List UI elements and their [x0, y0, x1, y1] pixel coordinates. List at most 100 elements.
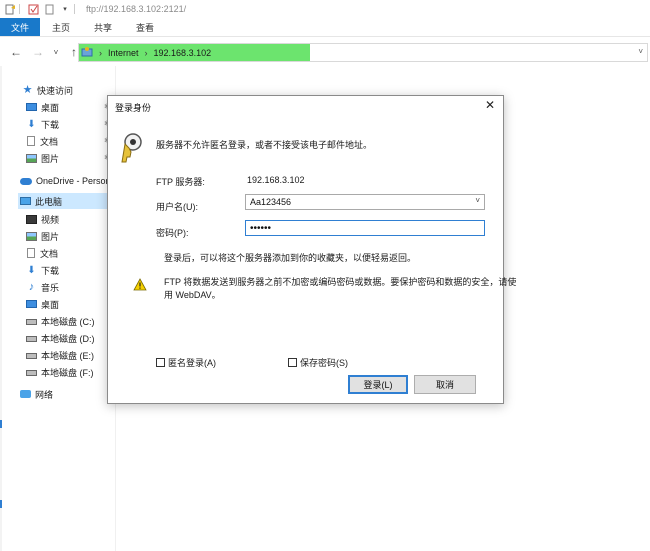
desktop-icon: [26, 300, 37, 308]
save-password-checkbox[interactable]: 保存密码(S): [288, 356, 348, 369]
sidebar-item-documents-pc[interactable]: 文档: [26, 245, 58, 261]
computer-icon: [20, 197, 31, 205]
address-dropdown-icon[interactable]: ˅: [638, 47, 643, 56]
username-label: 用户名(U):: [156, 202, 198, 212]
sidebar-item-label: OneDrive - Persor: [36, 176, 109, 186]
window-title-path: ftp://192.168.3.102:2121/: [86, 4, 187, 14]
sidebar-item-label: 文档: [40, 248, 59, 259]
sidebar-item-label: 视频: [41, 214, 60, 225]
sidebar-item-documents[interactable]: 文档: [26, 133, 58, 149]
sidebar-item-label: 本地磁盘 (C:): [41, 316, 95, 327]
sidebar-item-onedrive[interactable]: OneDrive - Persor: [20, 173, 109, 189]
sidebar-item-label: 图片: [41, 153, 60, 164]
ftp-location-icon: [81, 46, 93, 60]
sidebar-item-quick-access[interactable]: ★ 快速访问: [22, 82, 73, 98]
sidebar-item-this-pc[interactable]: 此电脑: [18, 193, 115, 209]
address-bar[interactable]: › Internet › 192.168.3.102 ˅: [78, 43, 648, 62]
drive-icon: [26, 336, 37, 342]
desktop-icon: [26, 103, 37, 111]
info-message: 服务器不允许匿名登录，或者不接受该电子邮件地址。: [156, 140, 373, 150]
login-dialog: 登录身份 ✕ 服务器不允许匿名登录，或者不接受该电子邮件地址。 FTP 服务器:…: [107, 95, 516, 404]
security-warning-line1: FTP 将数据发送到服务器之前不加密或编码密码或数据。要保护密码和数据的安全，请…: [164, 277, 517, 287]
dialog-title: 登录身份: [115, 103, 152, 113]
drive-icon: [26, 353, 37, 359]
sidebar-item-pictures-pc[interactable]: 图片: [26, 228, 59, 244]
tab-home[interactable]: 主页: [40, 18, 82, 36]
ftp-server-label: FTP 服务器:: [156, 177, 205, 187]
warning-icon: [133, 278, 147, 291]
sidebar-item-label: 桌面: [41, 299, 60, 310]
picture-icon: [26, 153, 37, 163]
password-value: ••••••: [250, 222, 272, 234]
cancel-button[interactable]: 取消: [414, 375, 476, 394]
username-value: Aa123456: [250, 197, 292, 207]
sidebar-item-label: 音乐: [41, 282, 60, 293]
sidebar-item-label: 快速访问: [37, 85, 74, 96]
breadcrumb-internet[interactable]: Internet: [108, 48, 139, 58]
properties-icon[interactable]: [4, 3, 16, 15]
sidebar-item-label: 本地磁盘 (D:): [41, 333, 95, 344]
tab-share[interactable]: 共享: [82, 18, 124, 36]
new-folder-icon[interactable]: [43, 3, 55, 15]
sidebar-item-label: 本地磁盘 (E:): [41, 350, 94, 361]
separator: [74, 4, 75, 14]
sidebar-item-downloads-pc[interactable]: ⬇ 下载: [26, 262, 59, 278]
sidebar-item-label: 网络: [35, 389, 54, 400]
chevron-down-icon[interactable]: ˅: [475, 196, 480, 205]
checkmark-icon[interactable]: [27, 3, 39, 15]
sidebar-item-label: 此电脑: [35, 196, 63, 207]
sidebar-item-downloads[interactable]: ⬇ 下载: [26, 116, 59, 132]
after-login-note: 登录后，可以将这个服务器添加到你的收藏夹，以便轻易返回。: [164, 253, 417, 263]
sidebar-item-pictures[interactable]: 图片: [26, 150, 59, 166]
edge-marker: [0, 420, 2, 428]
username-combobox[interactable]: Aa123456 ˅: [245, 194, 485, 210]
tab-view[interactable]: 查看: [124, 18, 166, 36]
back-arrow-icon[interactable]: ←: [8, 44, 24, 60]
sidebar-item-label: 下载: [41, 265, 60, 276]
anonymous-login-label: 匿名登录(A): [168, 358, 216, 368]
key-lock-icon: [120, 132, 146, 168]
password-field[interactable]: ••••••: [245, 220, 485, 236]
tab-file[interactable]: 文件: [0, 18, 41, 36]
cloud-icon: [20, 177, 32, 185]
music-note-icon: ♪: [28, 280, 35, 293]
document-icon: [27, 248, 35, 258]
edge-marker: [0, 500, 2, 508]
sidebar-item-drive-f[interactable]: 本地磁盘 (F:): [26, 364, 94, 380]
sidebar-item-label: 桌面: [41, 102, 60, 113]
security-warning-line2: 用 WebDAV。: [164, 290, 221, 300]
save-password-label: 保存密码(S): [300, 358, 348, 368]
sidebar-item-desktop-pc[interactable]: 桌面: [26, 296, 59, 312]
sidebar-item-desktop[interactable]: 桌面: [26, 99, 59, 115]
sidebar-item-music[interactable]: ♪ 音乐: [26, 279, 59, 295]
sidebar-item-label: 图片: [41, 231, 60, 242]
document-icon: [27, 136, 35, 146]
sidebar-item-label: 本地磁盘 (F:): [41, 367, 94, 378]
ftp-server-value: 192.168.3.102: [247, 175, 305, 185]
customize-dropdown-icon[interactable]: ▾: [59, 3, 71, 15]
sidebar-item-videos[interactable]: 视频: [26, 211, 59, 227]
ribbon-tabs: 文件 主页 共享 查看: [0, 18, 650, 37]
checkbox-box[interactable]: [156, 358, 165, 367]
left-edge: [0, 66, 2, 551]
picture-icon: [26, 231, 37, 241]
drive-icon: [26, 319, 37, 325]
sidebar-item-network[interactable]: 网络: [20, 386, 53, 402]
anonymous-login-checkbox[interactable]: 匿名登录(A): [156, 356, 216, 369]
recent-locations-chevron-icon[interactable]: ˅: [48, 44, 64, 60]
checkbox-box[interactable]: [288, 358, 297, 367]
sidebar-item-drive-d[interactable]: 本地磁盘 (D:): [26, 330, 95, 346]
sidebar-item-drive-e[interactable]: 本地磁盘 (E:): [26, 347, 94, 363]
drive-icon: [26, 370, 37, 376]
separator: [19, 4, 20, 14]
forward-arrow-icon[interactable]: →: [30, 44, 46, 60]
title-bar: ▾ ftp://192.168.3.102:2121/: [0, 0, 650, 18]
close-icon[interactable]: ✕: [483, 98, 497, 112]
download-arrow-icon: ⬇: [27, 118, 36, 130]
sidebar-item-label: 下载: [41, 119, 60, 130]
breadcrumb-separator: ›: [99, 47, 102, 58]
login-button[interactable]: 登录(L): [348, 375, 408, 394]
breadcrumb-separator: ›: [144, 47, 148, 58]
breadcrumb-host[interactable]: 192.168.3.102: [154, 48, 212, 58]
sidebar-item-drive-c[interactable]: 本地磁盘 (C:): [26, 313, 95, 329]
